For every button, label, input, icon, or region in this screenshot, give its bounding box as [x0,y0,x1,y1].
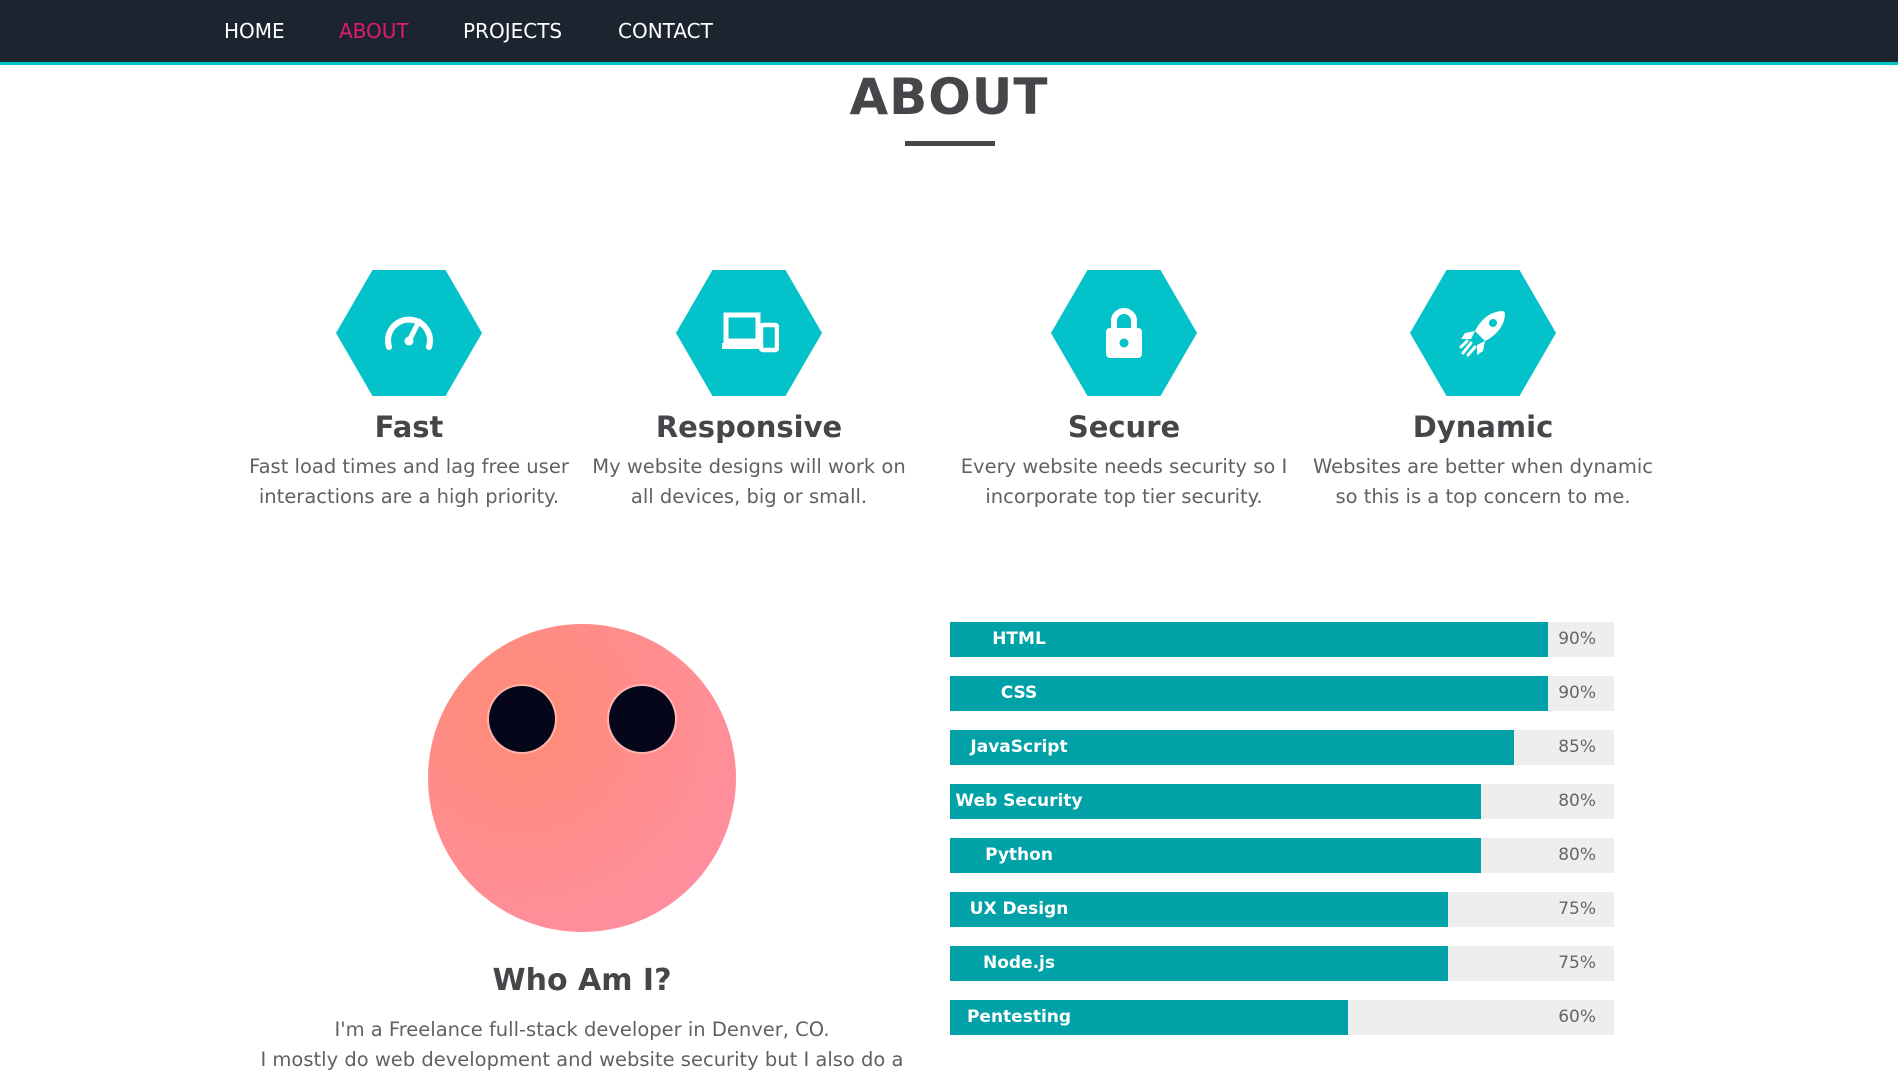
feature-description: Every website needs security so I incorp… [954,452,1294,512]
feature-secure: Secure Every website needs security so I… [954,270,1294,512]
feature-desc-line: all devices, big or small. [630,485,868,508]
skill-bar: JavaScript 85% [950,730,1614,765]
section-title: ABOUT [849,68,1049,126]
feature-desc-line: Websites are better when dynamic [1313,455,1653,478]
avatar-right-eye [609,686,675,752]
feature-title: Dynamic [1412,410,1554,444]
feature-desc-line: Fast load times and lag free user [249,455,569,478]
skill-bar: Pentesting 60% [950,1000,1614,1035]
nav-contact-link[interactable]: CONTACT [618,19,713,43]
feature-desc-line: so this is a top concern to me. [1335,485,1631,508]
feature-fast: Fast Fast load times and lag free user i… [239,270,579,512]
hexagon-badge [676,270,822,396]
skill-name: JavaScript [950,730,1088,765]
feature-description: My website designs will work on all devi… [579,452,919,512]
avatar [428,624,736,932]
skill-percent: 85% [1558,737,1596,757]
skill-percent: 90% [1558,629,1596,649]
feature-title: Responsive [655,410,843,444]
bio-line: I'm a Freelance full-stack developer in … [334,1018,830,1041]
skill-bar: CSS 90% [950,676,1614,711]
feature-responsive: Responsive My website designs will work … [579,270,919,512]
feature-desc-line: interactions are a high priority. [258,485,560,508]
title-underline [905,141,995,146]
skill-bar: Python 80% [950,838,1614,873]
hexagon-badge [336,270,482,396]
skill-percent: 80% [1558,845,1596,865]
skill-name: CSS [950,676,1088,711]
feature-description: Fast load times and lag free user intera… [239,452,579,512]
avatar-left-eye [489,686,555,752]
feature-title: Secure [1067,410,1181,444]
skill-name: HTML [950,622,1088,657]
skill-bar: UX Design 75% [950,892,1614,927]
navbar: HOME ABOUT PROJECTS CONTACT [0,0,1898,65]
skill-percent: 75% [1558,953,1596,973]
skill-bar: Web Security 80% [950,784,1614,819]
rocket-icon [1459,311,1505,357]
skill-percent: 60% [1558,1007,1596,1027]
skill-percent: 80% [1558,791,1596,811]
skill-bar: HTML 90% [950,622,1614,657]
skill-percent: 75% [1558,899,1596,919]
bio-line: I mostly do web development and website … [260,1048,904,1071]
feature-desc-line: incorporate top tier security. [985,485,1263,508]
skill-name: Python [950,838,1088,873]
feature-description: Websites are better when dynamic so this… [1313,452,1653,512]
lock-icon [1106,308,1142,358]
feature-desc-line: My website designs will work on [592,455,906,478]
nav-projects-link[interactable]: PROJECTS [463,19,562,43]
speedometer-icon [385,316,433,350]
skill-name: Pentesting [950,1000,1088,1035]
nav-about-link[interactable]: ABOUT [339,19,409,43]
skill-bar: Node.js 75% [950,946,1614,981]
skill-name: Web Security [950,784,1088,819]
who-am-i-heading: Who Am I? [492,963,672,998]
skill-name: Node.js [950,946,1088,981]
who-am-i-text: I'm a Freelance full-stack developer in … [232,1015,932,1075]
hexagon-badge [1410,270,1556,396]
feature-dynamic: Dynamic Websites are better when dynamic… [1313,270,1653,512]
hexagon-badge [1051,270,1197,396]
skill-percent: 90% [1558,683,1596,703]
devices-icon [722,312,779,353]
skill-name: UX Design [950,892,1088,927]
nav-home-link[interactable]: HOME [224,19,285,43]
feature-desc-line: Every website needs security so I [960,455,1288,478]
skills-list: HTML 90% CSS 90% JavaScript 85% Web Secu… [950,622,1614,1054]
feature-title: Fast [374,410,444,444]
